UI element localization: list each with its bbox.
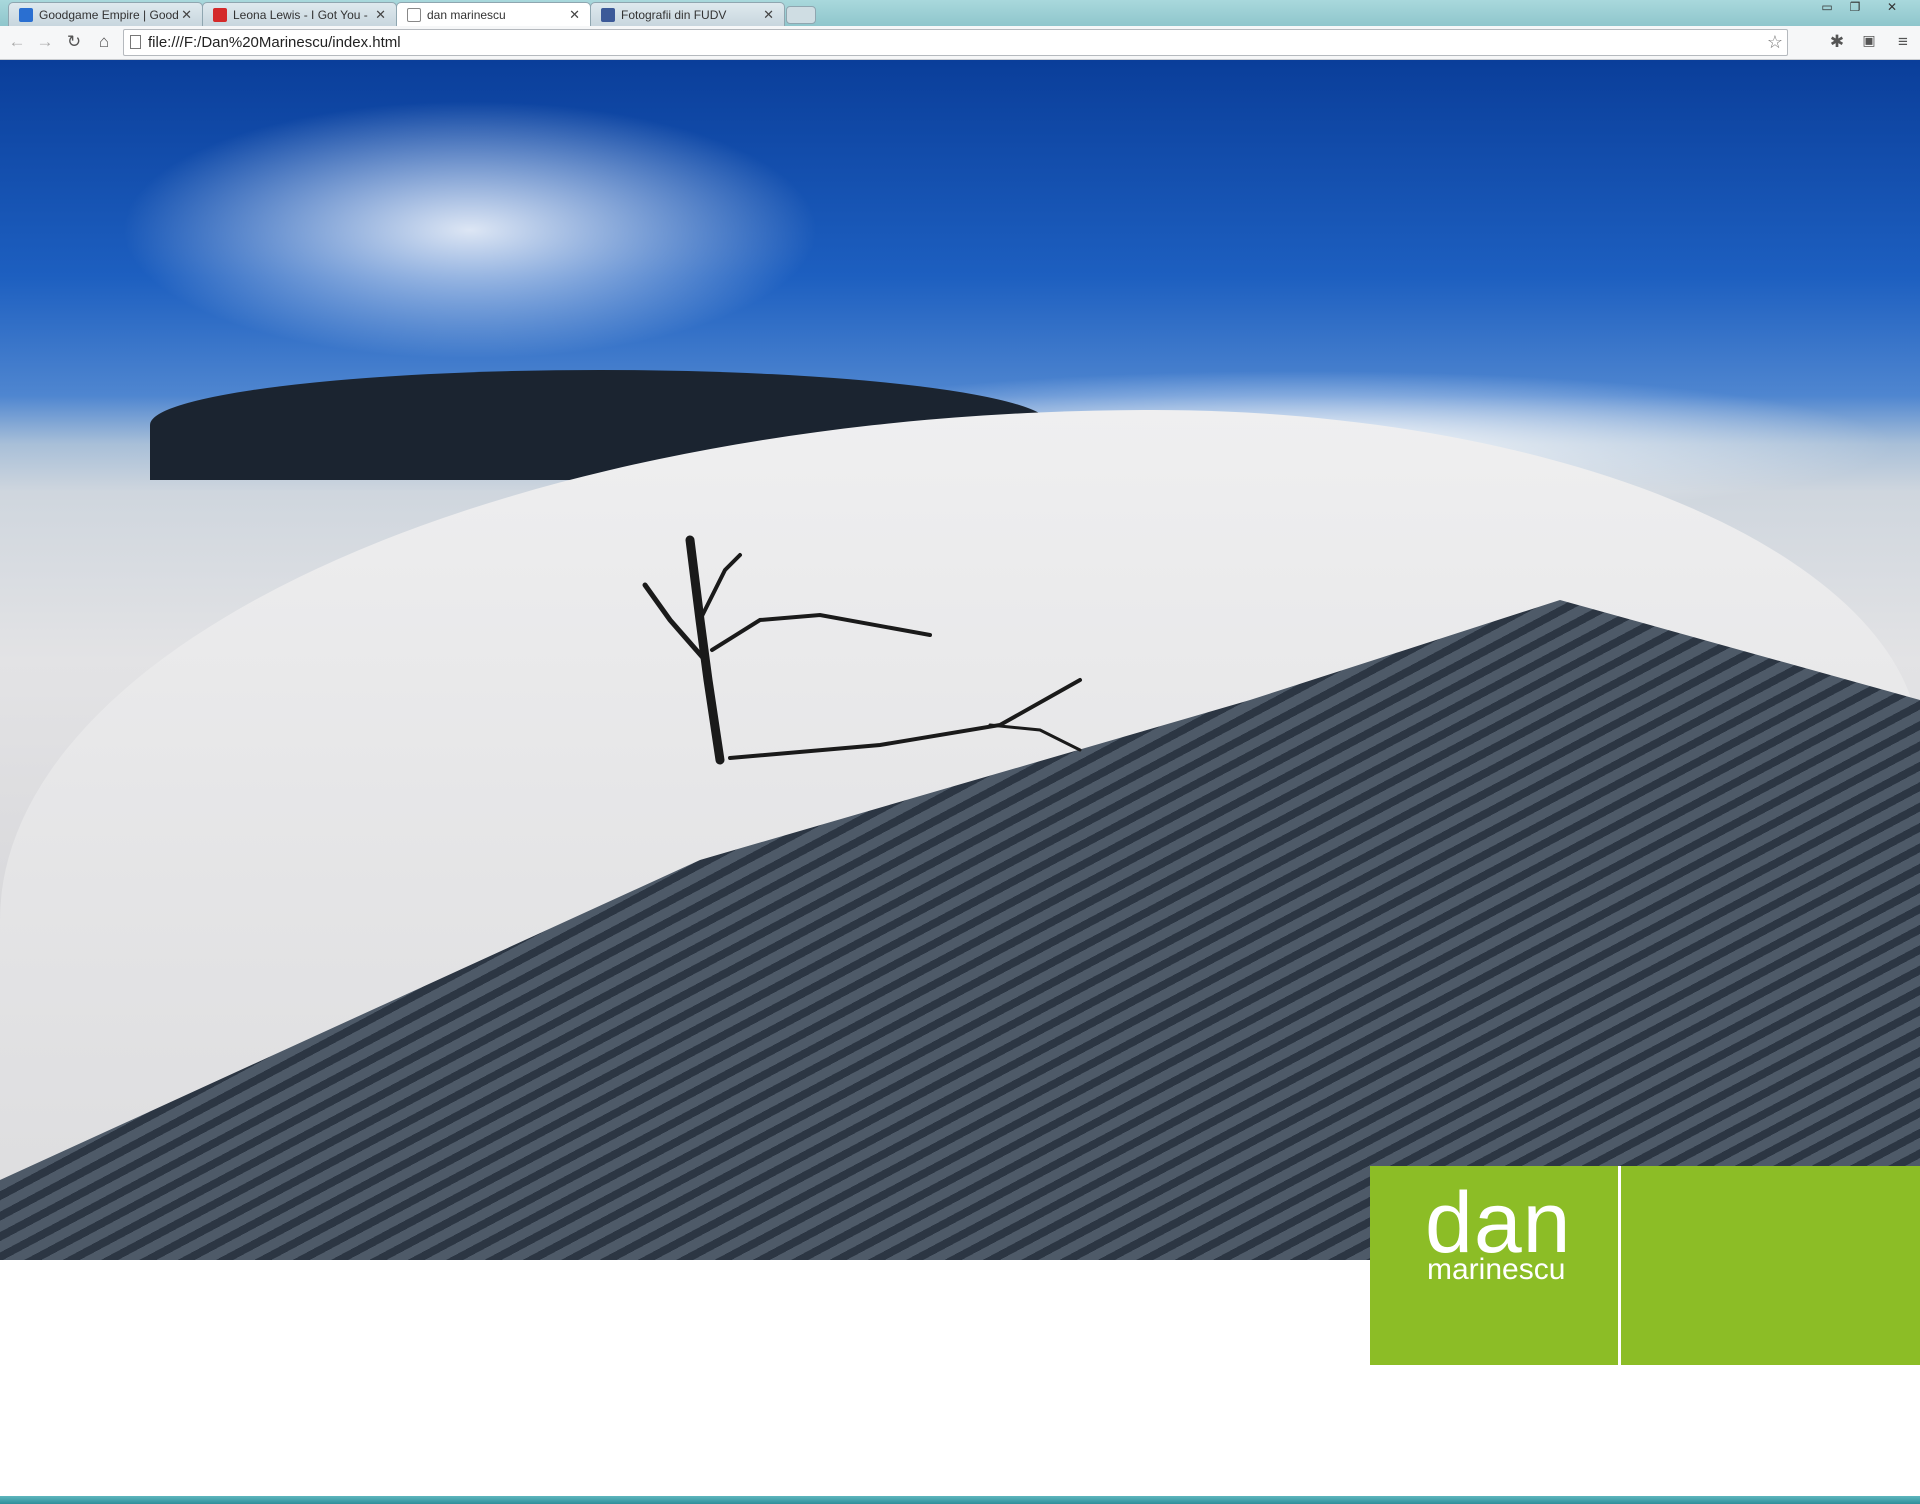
brand-last-name: marinescu [1427,1253,1566,1286]
close-window-button[interactable]: ✕ [1870,0,1914,18]
tab-strip: Goodgame Empire | Good ✕ Leona Lewis - I … [0,0,1920,26]
menu-icon[interactable]: ≡ [1892,32,1914,52]
tab-facebook[interactable]: Fotografii din FUDV ✕ [590,2,785,26]
url-text: file:///F:/Dan%20Marinescu/index.html [148,34,401,51]
address-bar[interactable]: file:///F:/Dan%20Marinescu/index.html ☆ [123,29,1788,56]
close-tab-icon[interactable]: ✕ [181,7,192,23]
hero-photo-desert-dunes [0,60,1920,1260]
tab-title: Leona Lewis - I Got You - [233,8,368,22]
back-icon[interactable]: ← [6,32,28,52]
close-tab-icon[interactable]: ✕ [375,7,386,23]
close-tab-icon[interactable]: ✕ [763,7,774,23]
minimize-button[interactable]: ▭ [1814,0,1840,18]
tab-title: Goodgame Empire | Good [39,8,179,22]
page-icon [407,8,421,22]
tab-title: dan marinescu [427,8,506,22]
home-icon[interactable]: ⌂ [93,32,115,52]
windows-taskbar [0,1496,1920,1504]
bookmark-star-icon[interactable]: ☆ [1767,32,1783,53]
tab-dan-marinescu[interactable]: dan marinescu ✕ [396,2,591,26]
new-tab-button[interactable] [786,6,816,24]
tab-title: Fotografii din FUDV [621,8,727,22]
tab-goodgame[interactable]: Goodgame Empire | Good ✕ [8,2,203,26]
facebook-icon [601,8,615,22]
tile-divider [1618,1166,1621,1365]
dead-tree [642,535,1082,765]
browser-toolbar: ← → ↻ ⌂ file:///F:/Dan%20Marinescu/index… [0,26,1920,60]
tab-youtube[interactable]: Leona Lewis - I Got You - ✕ [202,2,397,26]
goodgame-icon [19,8,33,22]
reload-icon[interactable]: ↻ [63,32,85,52]
brand-tile[interactable]: dan marinescu [1370,1166,1920,1365]
extension-icon[interactable]: ✱ [1826,32,1848,52]
extension-icon[interactable]: ▣ [1858,32,1880,49]
page-icon [130,35,141,49]
restore-button[interactable]: ❐ [1842,0,1868,18]
youtube-icon [213,8,227,22]
close-tab-icon[interactable]: ✕ [569,7,580,23]
forward-icon[interactable]: → [34,32,56,52]
